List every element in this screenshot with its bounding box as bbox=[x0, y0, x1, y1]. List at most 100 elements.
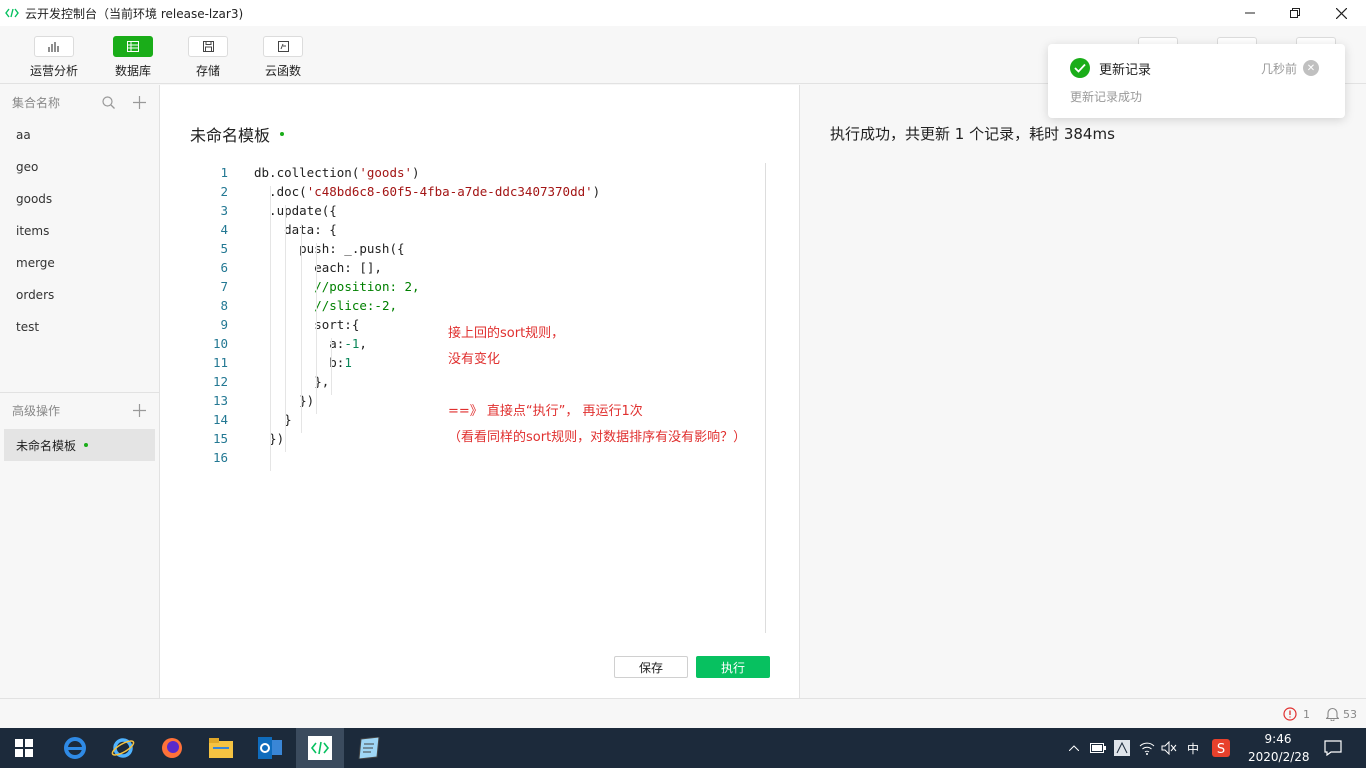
template-item-label: 未命名模板 bbox=[16, 438, 77, 453]
line-number: 8 bbox=[220, 298, 228, 313]
annotation-text: ==》 直接点“执行”， 再运行1次 bbox=[448, 404, 643, 419]
notification-toast: 更新记录 几秒前 ✕ 更新记录成功 bbox=[1048, 44, 1345, 118]
line-number: 10 bbox=[212, 336, 228, 351]
sidebar: 集合名称 aa geo goods items merge orders tes… bbox=[0, 85, 160, 698]
minimize-icon bbox=[1245, 12, 1255, 14]
chevron-up-icon[interactable] bbox=[1064, 728, 1084, 768]
template-title: 未命名模板 bbox=[190, 122, 285, 146]
code-line: 8 //slice:-2, bbox=[200, 296, 760, 315]
database-icon bbox=[113, 36, 153, 57]
line-number: 2 bbox=[220, 184, 228, 199]
wifi-icon[interactable] bbox=[1137, 728, 1157, 768]
result-message: 执行成功，共更新 1 个记录，耗时 384ms bbox=[830, 125, 1115, 143]
code-line: 1 db.collection('goods') bbox=[200, 163, 760, 182]
save-button[interactable]: 保存 bbox=[614, 656, 688, 678]
restore-button[interactable] bbox=[1272, 0, 1318, 26]
toolbar-database[interactable]: 数据库 bbox=[103, 36, 163, 79]
toolbar-cloud-functions[interactable]: 云函数 bbox=[253, 36, 313, 79]
indent-guide bbox=[301, 224, 302, 433]
minimize-button[interactable] bbox=[1227, 0, 1273, 26]
toast-title: 更新记录 bbox=[1099, 63, 1152, 78]
line-number: 6 bbox=[220, 260, 228, 275]
collection-item[interactable]: merge bbox=[0, 247, 159, 279]
close-button[interactable] bbox=[1318, 0, 1364, 26]
advanced-header-label: 高级操作 bbox=[12, 403, 61, 418]
toast-message: 更新记录成功 bbox=[1070, 90, 1143, 104]
close-icon bbox=[1335, 7, 1347, 19]
code-editor[interactable]: 1 db.collection('goods') 2 .doc('c48bd6c8… bbox=[200, 163, 760, 471]
collection-item[interactable]: goods bbox=[0, 183, 159, 215]
code-line: 12 }, bbox=[200, 372, 760, 391]
code-line: 5 push: _.push({ bbox=[200, 239, 760, 258]
line-number: 4 bbox=[220, 222, 228, 237]
line-number: 14 bbox=[212, 412, 228, 427]
edge-icon[interactable] bbox=[51, 728, 99, 768]
bell-icon bbox=[1326, 707, 1339, 721]
status-bar: 1 53 bbox=[0, 698, 1366, 728]
line-number: 9 bbox=[220, 317, 228, 332]
code-line: 6 each: [], bbox=[200, 258, 760, 277]
taskbar-clock[interactable]: 9:46 2020/2/28 bbox=[1248, 730, 1310, 766]
notification-indicator[interactable]: 53 bbox=[1326, 707, 1357, 721]
line-number: 7 bbox=[220, 279, 228, 294]
collections-header: 集合名称 bbox=[0, 85, 159, 119]
search-icon[interactable] bbox=[100, 94, 116, 110]
clock-date: 2020/2/28 bbox=[1248, 750, 1310, 764]
annotation-text: （看看同样的sort规则，对数据排序有没有影响？） bbox=[448, 430, 747, 445]
add-collection-icon[interactable] bbox=[131, 94, 147, 110]
annotation-text: 接上回的sort规则， bbox=[448, 326, 565, 341]
collection-item[interactable]: test bbox=[0, 311, 159, 343]
code-line: 3 .update({ bbox=[200, 201, 760, 220]
advanced-header: 高级操作 bbox=[0, 393, 159, 427]
template-item[interactable]: 未命名模板 bbox=[4, 429, 155, 461]
code-bracket-icon bbox=[5, 6, 19, 20]
line-number: 5 bbox=[220, 241, 228, 256]
line-number: 13 bbox=[212, 393, 228, 408]
collection-list: aa geo goods items merge orders test bbox=[0, 119, 159, 343]
collections-header-label: 集合名称 bbox=[12, 95, 61, 110]
code-line: 16 bbox=[200, 448, 760, 467]
toolbar-label: 云函数 bbox=[264, 64, 301, 78]
error-count: 1 bbox=[1303, 707, 1310, 721]
firefox-icon[interactable] bbox=[148, 728, 196, 768]
close-icon[interactable]: ✕ bbox=[1303, 60, 1319, 76]
bar-chart-icon bbox=[34, 36, 74, 57]
collection-item[interactable]: orders bbox=[0, 279, 159, 311]
editor-panel: 未命名模板 1 db.collection('goods') 2 .doc('c4… bbox=[160, 85, 800, 698]
toast-time: 几秒前 bbox=[1261, 62, 1298, 76]
outlook-icon[interactable] bbox=[246, 728, 294, 768]
collection-item[interactable]: geo bbox=[0, 151, 159, 183]
ime-indicator[interactable]: 中 bbox=[1182, 728, 1204, 768]
collection-item[interactable]: items bbox=[0, 215, 159, 247]
code-line: 2 .doc('c48bd6c8-60f5-4fba-a7de-ddc34073… bbox=[200, 182, 760, 201]
indent-guide bbox=[316, 243, 317, 414]
unsaved-dot-icon bbox=[280, 132, 285, 136]
windows-start-icon[interactable] bbox=[0, 728, 48, 768]
notification-center-icon[interactable] bbox=[1322, 728, 1344, 768]
file-explorer-icon[interactable] bbox=[197, 728, 245, 768]
add-template-icon[interactable] bbox=[131, 402, 147, 418]
line-number: 3 bbox=[220, 203, 228, 218]
restore-icon bbox=[1290, 8, 1300, 18]
toolbar-storage[interactable]: 存储 bbox=[178, 36, 238, 79]
sogou-input-icon[interactable]: S bbox=[1210, 728, 1232, 768]
collection-item[interactable]: aa bbox=[0, 119, 159, 151]
battery-icon[interactable] bbox=[1088, 728, 1108, 768]
execute-button[interactable]: 执行 bbox=[696, 656, 770, 678]
ie-icon[interactable] bbox=[99, 728, 147, 768]
toolbar-analytics[interactable]: 运营分析 bbox=[24, 36, 84, 79]
line-number: 16 bbox=[212, 450, 228, 465]
line-number: 12 bbox=[212, 374, 228, 389]
error-icon bbox=[1283, 707, 1297, 721]
notepad-icon[interactable] bbox=[345, 728, 393, 768]
error-indicator[interactable]: 1 bbox=[1283, 707, 1310, 721]
volume-muted-icon[interactable] bbox=[1159, 728, 1179, 768]
tray-app-icon[interactable] bbox=[1112, 728, 1132, 768]
indent-guide bbox=[285, 205, 286, 452]
clock-time: 9:46 bbox=[1264, 732, 1292, 746]
window-title: 云开发控制台（当前环境 release-lzar3) bbox=[25, 6, 244, 21]
devtools-icon[interactable] bbox=[296, 728, 344, 768]
taskbar: 中 S 9:46 2020/2/28 bbox=[0, 728, 1366, 768]
line-number: 15 bbox=[212, 431, 228, 446]
editor-scrollbar[interactable] bbox=[765, 163, 766, 633]
